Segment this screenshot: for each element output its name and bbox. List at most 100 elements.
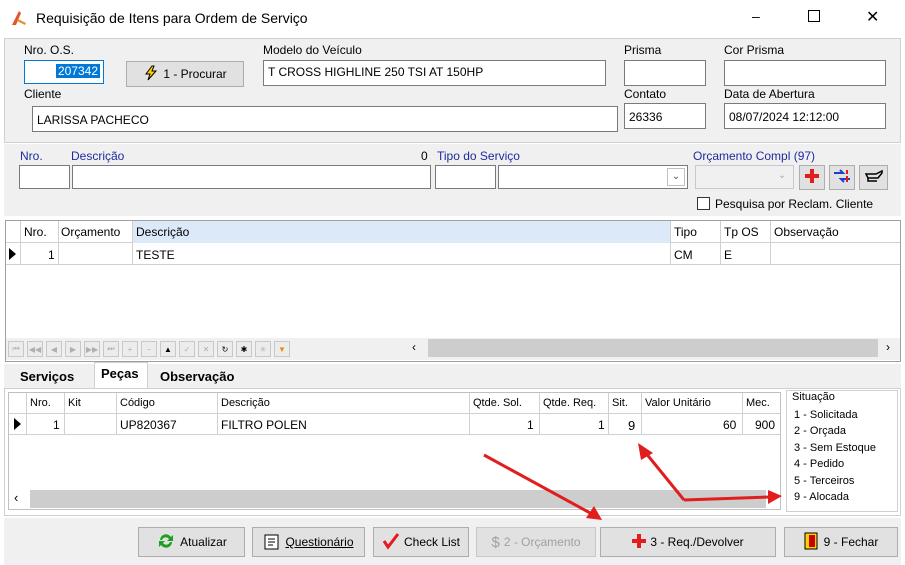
parts-scroll-left-icon[interactable]: ‹ — [14, 490, 18, 505]
contato-input[interactable]: 26336 — [624, 103, 706, 129]
questionario-button[interactable]: Questionário — [252, 527, 365, 557]
navigator-button-9[interactable]: ✓ — [179, 341, 195, 357]
abertura-input[interactable]: 08/07/2024 12:12:00 — [724, 103, 886, 129]
app-icon — [10, 9, 28, 27]
req-devolver-label: 3 - Req./Devolver — [650, 535, 744, 549]
chevron-down-icon: ⌄ — [667, 168, 685, 186]
col-tpos-header[interactable]: Tp OS — [724, 225, 759, 239]
navigator-button-8[interactable]: ▲ — [160, 341, 176, 357]
orcamento-label: 2 - Orçamento — [503, 535, 581, 549]
orcamento-button[interactable]: $ 2 - Orçamento — [476, 527, 596, 557]
pesquisa-checkbox[interactable] — [697, 197, 710, 210]
row-indicator-icon — [14, 418, 21, 430]
parts-scrollbar-thumb[interactable] — [30, 490, 766, 508]
navigator-button-13[interactable]: ✳ — [255, 341, 271, 357]
orcamento-compl-label: Orçamento Compl (97) — [693, 149, 816, 163]
navigator-button-0[interactable]: ⏮ — [8, 341, 24, 357]
procurar-button[interactable]: 1 - Procurar — [126, 61, 244, 87]
navigator-button-12[interactable]: ✱ — [236, 341, 252, 357]
fechar-button[interactable]: 9 - Fechar — [784, 527, 898, 557]
navigator-button-3[interactable]: ▶ — [65, 341, 81, 357]
horizontal-scrollbar-thumb[interactable] — [428, 339, 878, 357]
questionario-label: Questionário — [285, 535, 354, 549]
parts-col-codigo[interactable]: Código — [120, 397, 155, 409]
parts-cell-codigo: UP820367 — [120, 418, 177, 432]
minimize-icon[interactable]: – — [752, 8, 760, 24]
req-devolver-button[interactable]: 3 - Req./Devolver — [600, 527, 776, 557]
orcamento-select[interactable]: ⌄ — [695, 165, 794, 189]
tab-pecas[interactable]: Peças — [94, 362, 148, 390]
cor-prisma-input[interactable] — [724, 60, 886, 86]
filter-descricao-input[interactable] — [72, 165, 431, 189]
col-observacao-header[interactable]: Observação — [774, 225, 839, 239]
os-input[interactable]: 207342 — [24, 60, 104, 84]
tab-observacao-label: Observação — [160, 369, 235, 384]
plus-red-icon — [632, 533, 647, 551]
parts-cell-qtde-sol: 1 — [527, 418, 534, 432]
row-indicator-icon — [9, 248, 16, 260]
parts-col-qtde-req[interactable]: Qtde. Req. — [543, 397, 596, 409]
parts-col-sit[interactable]: Sit. — [612, 397, 628, 409]
parts-col-descricao[interactable]: Descrição — [221, 397, 270, 409]
descricao-label: Descrição — [71, 149, 125, 163]
parts-cell-sit: 9 — [628, 418, 636, 433]
atualizar-button[interactable]: Atualizar — [138, 527, 245, 557]
navigator-button-5[interactable]: ⏭ — [103, 341, 119, 357]
os-value: 207342 — [55, 64, 100, 78]
scroll-left-icon[interactable]: ‹ — [412, 340, 416, 354]
col-orcamento-header[interactable]: Orçamento — [61, 225, 120, 239]
parts-col-kit[interactable]: Kit — [68, 397, 81, 409]
navigator-button-1[interactable]: ◀◀ — [27, 341, 43, 357]
table-row[interactable]: 1 UP820367 FILTRO POLEN 1 1 9 60 900 — [9, 413, 780, 435]
tipo-servico-code-input[interactable] — [435, 165, 496, 189]
col-descricao-header[interactable]: Descrição — [136, 225, 189, 239]
navigator-button-4[interactable]: ▶▶ — [84, 341, 100, 357]
procurar-label: 1 - Procurar — [163, 67, 227, 81]
situacao-item-5: 5 - Terceiros — [794, 475, 855, 487]
parts-col-valor[interactable]: Valor Unitário — [645, 397, 711, 409]
parts-cell-mec: 900 — [755, 418, 776, 432]
navigator-button-11[interactable]: ↻ — [217, 341, 233, 357]
navigator-button-6[interactable]: + — [122, 341, 138, 357]
situacao-item-4: 4 - Pedido — [794, 458, 845, 470]
nro-label: Nro. — [20, 149, 43, 163]
parts-cell-descricao: FILTRO POLEN — [221, 418, 307, 432]
navigator-button-2[interactable]: ◀ — [46, 341, 62, 357]
parts-col-mec[interactable]: Mec. — [746, 397, 770, 409]
title-bar: Requisição de Itens para Ordem de Serviç… — [0, 0, 905, 36]
filter-nro-input[interactable] — [19, 165, 70, 189]
navigator-button-10[interactable]: ✕ — [198, 341, 214, 357]
navigator-button-7[interactable]: − — [141, 341, 157, 357]
transfer-button[interactable] — [829, 165, 855, 190]
modelo-label: Modelo do Veículo — [263, 43, 362, 57]
tab-observacao[interactable]: Observação — [154, 366, 250, 388]
maximize-icon[interactable] — [808, 10, 820, 22]
checklist-button[interactable]: Check List — [373, 527, 469, 557]
parts-cell-qtde-req: 1 — [598, 418, 605, 432]
col-tipo-header[interactable]: Tipo — [674, 225, 697, 239]
checklist-label: Check List — [403, 535, 461, 549]
cell-tipo: CM — [674, 248, 693, 262]
col-nro-header[interactable]: Nro. — [24, 225, 47, 239]
add-orcamento-button[interactable] — [799, 165, 825, 190]
os-label: Nro. O.S. — [24, 43, 75, 57]
tipo-servico-label: Tipo do Serviço — [437, 149, 520, 163]
table-row[interactable]: 1 TESTE CM E — [6, 244, 900, 265]
descricao-header-highlight — [133, 221, 670, 243]
oil-button[interactable] — [859, 165, 888, 190]
prisma-input[interactable] — [624, 60, 706, 86]
scroll-right-icon[interactable]: › — [886, 340, 890, 354]
situacao-title: Situação — [792, 391, 835, 403]
cliente-label: Cliente — [24, 87, 62, 101]
cliente-input[interactable]: LARISSA PACHECO — [32, 106, 618, 132]
navigator-buttons: ⏮ ◀◀ ◀ ▶ ▶▶ ⏭ + − ▲ ✓ ✕ ↻ ✱ ✳ ▼ — [8, 341, 408, 359]
tipo-servico-select[interactable]: ⌄ — [498, 165, 688, 189]
modelo-input[interactable]: T CROSS HIGHLINE 250 TSI AT 150HP — [263, 60, 606, 86]
parts-col-qtde-sol[interactable]: Qtde. Sol. — [473, 397, 522, 409]
tab-servicos[interactable]: Serviços — [14, 366, 88, 388]
parts-col-nro[interactable]: Nro. — [30, 397, 51, 409]
navigator-button-14[interactable]: ▼ — [274, 341, 290, 357]
close-icon[interactable]: ✕ — [866, 7, 879, 27]
situacao-item-9: 9 - Alocada — [794, 491, 850, 503]
window-title: Requisição de Itens para Ordem de Serviç… — [36, 10, 308, 26]
